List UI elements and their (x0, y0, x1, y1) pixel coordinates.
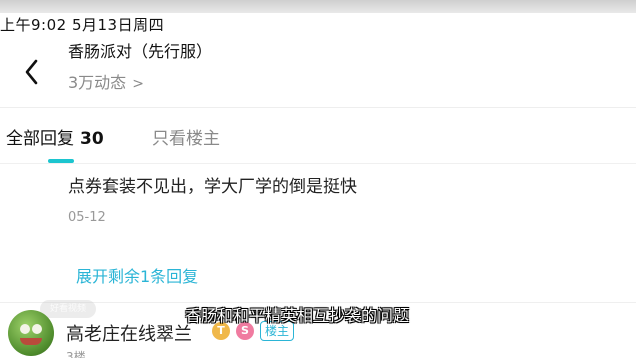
reply-count: 30 (80, 129, 104, 149)
forum-post-count[interactable]: 3万动态 > (68, 69, 144, 93)
avatar-mouth (20, 338, 42, 345)
forum-post-count-label: 3万动态 (68, 73, 127, 92)
chevron-left-icon (25, 59, 38, 85)
tab-owner-only[interactable]: 只看楼主 (152, 124, 220, 149)
avatar-eye (20, 324, 30, 334)
reply-date: 05-12 (68, 210, 106, 225)
reply-content: 点券套装不见出，学大厂学的倒是挺快 (68, 177, 357, 197)
user-name[interactable]: 高老庄在线翠兰 (66, 320, 192, 346)
tab-all-replies[interactable]: 全部回复 30 (6, 124, 104, 149)
status-bar-time-date: 上午9:02 5月13日周四 (0, 16, 165, 34)
avatar[interactable] (8, 310, 54, 356)
chevron-right-icon: > (132, 76, 144, 92)
floor-number: 3楼 (66, 350, 86, 358)
back-button[interactable] (20, 57, 44, 87)
video-watermark: 好看视频 (40, 300, 96, 318)
divider (0, 107, 636, 108)
forum-title[interactable]: 香肠派对（先行服） (68, 38, 212, 62)
video-subtitle-caption: 香肠和和平精英相互抄袭的问题 (185, 306, 410, 325)
top-edge-bar (0, 0, 636, 13)
avatar-eye (32, 324, 42, 334)
tab-all-replies-label: 全部回复 (6, 129, 74, 149)
expand-replies-link[interactable]: 展开剩余1条回复 (76, 263, 198, 287)
divider (0, 163, 636, 164)
